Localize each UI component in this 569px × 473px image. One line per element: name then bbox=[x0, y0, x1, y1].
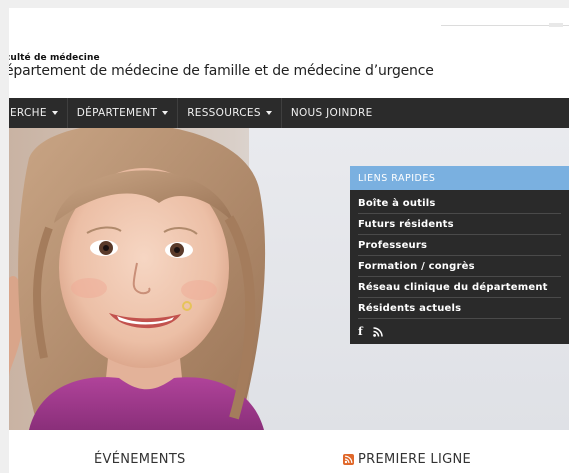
premiere-ligne-label: PREMIERE LIGNE bbox=[358, 452, 472, 467]
rss-icon bbox=[343, 454, 354, 465]
quick-links-panel: LIENS RAPIDES Boîte à outils Futurs rési… bbox=[350, 166, 569, 344]
nav-item-label: ERCHE bbox=[10, 107, 47, 119]
nav-item-recherche[interactable]: ERCHE bbox=[9, 98, 68, 128]
social-icons: f bbox=[358, 325, 561, 338]
quick-link-professeurs[interactable]: Professeurs bbox=[358, 235, 561, 256]
header-search-field[interactable] bbox=[549, 23, 563, 27]
nav-item-label: NOUS JOINDRE bbox=[290, 107, 373, 119]
quick-link-formation[interactable]: Formation / congrès bbox=[358, 256, 561, 277]
page: culté de médecine épartement de médecine… bbox=[9, 8, 569, 473]
nav-item-departement[interactable]: DÉPARTEMENT bbox=[68, 98, 179, 128]
quick-links-title: LIENS RAPIDES bbox=[350, 166, 569, 190]
quick-link-residents-actuels[interactable]: Résidents actuels bbox=[358, 298, 561, 319]
quick-link-boite-outils[interactable]: Boîte à outils bbox=[358, 193, 561, 214]
quick-link-reseau-clinique[interactable]: Réseau clinique du département bbox=[358, 277, 561, 298]
rss-icon[interactable] bbox=[372, 326, 383, 337]
chevron-down-icon bbox=[162, 111, 169, 115]
main-nav: ERCHE DÉPARTEMENT RESSOURCES NOUS JOINDR… bbox=[9, 98, 569, 128]
nav-item-nous-joindre[interactable]: NOUS JOINDRE bbox=[282, 98, 382, 128]
facebook-icon[interactable]: f bbox=[358, 325, 363, 338]
department-title[interactable]: épartement de médecine de famille et de … bbox=[9, 63, 434, 79]
nav-item-label: RESSOURCES bbox=[187, 107, 261, 119]
chevron-down-icon bbox=[265, 111, 272, 115]
faculty-name[interactable]: culté de médecine bbox=[9, 53, 100, 63]
nav-item-label: DÉPARTEMENT bbox=[76, 107, 158, 119]
premiere-ligne-heading[interactable]: PREMIERE LIGNE bbox=[343, 452, 471, 467]
quick-link-futurs-residents[interactable]: Futurs résidents bbox=[358, 214, 561, 235]
quick-links-list: Boîte à outils Futurs résidents Professe… bbox=[350, 190, 569, 319]
nav-item-ressources[interactable]: RESSOURCES bbox=[178, 98, 282, 128]
chevron-down-icon bbox=[51, 111, 58, 115]
events-heading: ÉVÉNEMENTS bbox=[94, 452, 186, 467]
